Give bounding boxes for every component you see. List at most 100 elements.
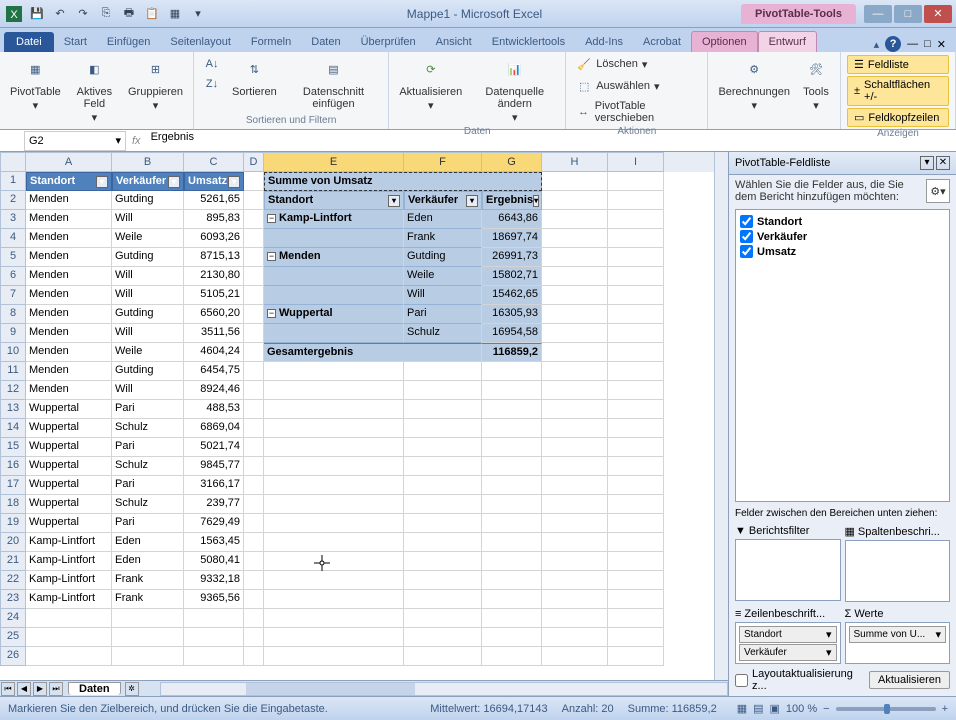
cell[interactable]: 9365,56 <box>184 590 244 609</box>
cell[interactable] <box>244 229 264 248</box>
cell[interactable] <box>608 533 664 552</box>
field-item[interactable]: Verkäufer <box>740 229 945 244</box>
cell[interactable] <box>404 514 482 533</box>
cell[interactable] <box>608 324 664 343</box>
row-header-8[interactable]: 8 <box>0 305 26 324</box>
pivot-row-label[interactable]: −Menden <box>264 248 404 267</box>
cell[interactable] <box>244 647 264 666</box>
filter-dropdown-icon[interactable]: ▾ <box>96 176 108 188</box>
row-header-6[interactable]: 6 <box>0 267 26 286</box>
row-header-4[interactable]: 4 <box>0 229 26 248</box>
defer-checkbox[interactable] <box>735 674 748 687</box>
pivot-title[interactable]: Summe von Umsatz <box>264 172 542 191</box>
cell[interactable]: Pari <box>112 476 184 495</box>
last-sheet-button[interactable]: ⏭ <box>49 682 63 696</box>
cell[interactable]: Menden <box>26 381 112 400</box>
cell[interactable] <box>608 248 664 267</box>
dropdown-icon[interactable]: ▾ <box>115 134 121 147</box>
cell[interactable] <box>264 419 404 438</box>
clear-button[interactable]: 🧹Löschen ▾ <box>572 54 651 74</box>
columns-zone[interactable] <box>845 540 951 602</box>
first-sheet-button[interactable]: ⏮ <box>1 682 15 696</box>
row-header-12[interactable]: 12 <box>0 381 26 400</box>
cell[interactable] <box>542 210 608 229</box>
view-break-icon[interactable]: ▣ <box>770 702 780 715</box>
cell[interactable] <box>404 476 482 495</box>
tab-review[interactable]: Überprüfen <box>351 32 426 52</box>
pivot-value[interactable]: 15802,71 <box>482 267 542 286</box>
cell[interactable]: Menden <box>26 248 112 267</box>
col-header-I[interactable]: I <box>608 152 664 172</box>
cell[interactable] <box>608 229 664 248</box>
cell[interactable] <box>482 362 542 381</box>
row-header-7[interactable]: 7 <box>0 286 26 305</box>
new-sheet-button[interactable]: ✲ <box>125 682 139 696</box>
name-box[interactable]: G2▾ <box>24 131 126 151</box>
tab-formulas[interactable]: Formeln <box>241 32 301 52</box>
cell[interactable] <box>184 609 244 628</box>
cell[interactable] <box>542 552 608 571</box>
undo-icon[interactable]: ↶ <box>50 4 70 24</box>
filter-dropdown-icon[interactable]: ▾ <box>533 195 539 207</box>
collapse-icon[interactable]: − <box>267 214 276 223</box>
cell[interactable] <box>608 495 664 514</box>
cell[interactable] <box>542 362 608 381</box>
cell[interactable]: 239,77 <box>184 495 244 514</box>
cell[interactable] <box>112 628 184 647</box>
cell[interactable] <box>244 267 264 286</box>
cell[interactable] <box>542 628 608 647</box>
table-header[interactable]: Umsatz▾ <box>184 172 244 191</box>
cell[interactable] <box>404 552 482 571</box>
cell[interactable] <box>542 191 608 210</box>
cell[interactable]: 3511,56 <box>184 324 244 343</box>
values-zone[interactable]: Summe von U...▾ <box>845 622 951 664</box>
cell[interactable]: Menden <box>26 343 112 362</box>
cell[interactable] <box>244 628 264 647</box>
cell[interactable]: 5021,74 <box>184 438 244 457</box>
cell[interactable] <box>482 495 542 514</box>
cell[interactable] <box>542 305 608 324</box>
cell[interactable] <box>608 514 664 533</box>
pivot-col-header[interactable]: Ergebnis▾ <box>482 191 542 210</box>
cell[interactable]: Menden <box>26 362 112 381</box>
tab-data[interactable]: Daten <box>301 32 350 52</box>
filter-zone[interactable] <box>735 539 841 601</box>
row-header-24[interactable]: 24 <box>0 609 26 628</box>
row-header-9[interactable]: 9 <box>0 324 26 343</box>
help-icon[interactable]: ? <box>885 36 901 52</box>
cell[interactable]: Will <box>112 210 184 229</box>
cell[interactable]: Kamp-Lintfort <box>26 533 112 552</box>
cell[interactable] <box>608 362 664 381</box>
cell[interactable] <box>26 647 112 666</box>
cell[interactable]: Menden <box>26 305 112 324</box>
table-header[interactable]: Standort▾ <box>26 172 112 191</box>
tools-button[interactable]: 🛠Tools▾ <box>798 54 834 114</box>
cell[interactable] <box>264 362 404 381</box>
sort-desc-button[interactable]: Z↓ <box>200 74 224 94</box>
cell[interactable]: Wuppertal <box>26 438 112 457</box>
zone-item[interactable]: Verkäufer▾ <box>739 644 837 661</box>
refresh-button[interactable]: ⟳Aktualisieren▾ <box>395 54 466 114</box>
cell[interactable] <box>542 647 608 666</box>
cell[interactable] <box>482 438 542 457</box>
table-header[interactable]: Verkäufer▾ <box>112 172 184 191</box>
field-list-close[interactable]: ✕ <box>936 156 950 170</box>
pivot-row-label[interactable] <box>264 267 404 286</box>
layout-options-button[interactable]: ⚙▾ <box>926 179 950 203</box>
sort-button[interactable]: ⇅Sortieren <box>228 54 281 100</box>
update-button[interactable]: Aktualisieren <box>869 671 950 689</box>
cell[interactable] <box>482 476 542 495</box>
minimize-ribbon-icon[interactable]: ▴ <box>874 38 880 51</box>
pivot-row-label[interactable] <box>264 324 404 343</box>
cell[interactable] <box>404 400 482 419</box>
cell[interactable] <box>404 419 482 438</box>
cell[interactable]: 3166,17 <box>184 476 244 495</box>
cell[interactable] <box>542 495 608 514</box>
row-header-13[interactable]: 13 <box>0 400 26 419</box>
row-header-16[interactable]: 16 <box>0 457 26 476</box>
cell[interactable] <box>244 248 264 267</box>
cell[interactable] <box>608 438 664 457</box>
vertical-scrollbar[interactable] <box>714 152 728 680</box>
cell[interactable] <box>482 381 542 400</box>
next-sheet-button[interactable]: ▶ <box>33 682 47 696</box>
